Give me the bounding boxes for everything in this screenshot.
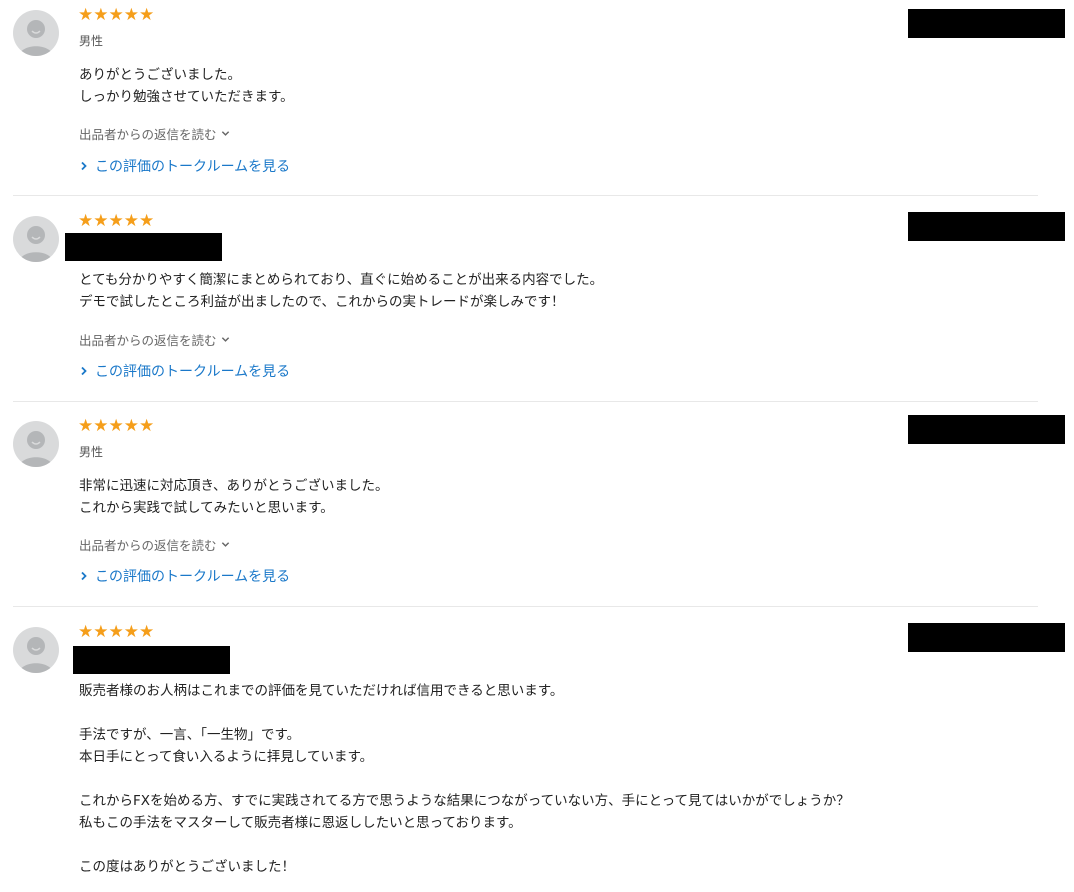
star-rating: ★★★★★: [78, 622, 155, 642]
view-talkroom-link[interactable]: この評価のトークルームを見る: [80, 156, 290, 176]
chevron-down-icon: [221, 337, 229, 342]
read-reply-label: 出品者からの返信を読む: [79, 127, 217, 142]
read-reply-label: 出品者からの返信を読む: [79, 538, 217, 553]
default-user-icon: [19, 20, 53, 56]
default-user-icon: [19, 637, 53, 673]
reviewer-gender: 男性: [79, 34, 104, 48]
avatar: [13, 216, 59, 262]
read-reply-label: 出品者からの返信を読む: [79, 333, 217, 348]
review-comment: ありがとうございました。 しっかり勉強させていただきます。: [79, 67, 294, 105]
chevron-down-icon: [221, 542, 229, 547]
redacted-date: [908, 623, 1065, 652]
divider: [13, 606, 1038, 607]
chevron-down-icon: [221, 131, 229, 136]
read-reply-button[interactable]: 出品者からの返信を読む: [79, 535, 230, 554]
star-rating: ★★★★★: [78, 5, 155, 25]
divider: [13, 195, 1038, 196]
chevron-right-icon: [81, 366, 87, 376]
review-comment: 非常に迅速に対応頂き、ありがとうございました。 これから実践で試してみたいと思い…: [79, 478, 389, 516]
avatar: [13, 10, 59, 56]
view-talkroom-link[interactable]: この評価のトークルームを見る: [80, 361, 290, 381]
avatar: [13, 421, 59, 467]
view-talkroom-label: この評価のトークルームを見る: [95, 364, 291, 380]
divider: [13, 401, 1038, 402]
redacted-date: [908, 415, 1065, 444]
read-reply-button[interactable]: 出品者からの返信を読む: [79, 330, 230, 349]
redacted-username: [73, 646, 230, 674]
review-comment: 販売者様のお人柄はこれまでの評価を見ていただければ信用できると思います。 手法で…: [79, 683, 850, 875]
chevron-right-icon: [81, 161, 87, 171]
view-talkroom-label: この評価のトークルームを見る: [95, 159, 291, 175]
star-rating: ★★★★★: [78, 211, 155, 231]
default-user-icon: [19, 226, 53, 262]
reviewer-gender: 男性: [79, 445, 104, 459]
view-talkroom-label: この評価のトークルームを見る: [95, 569, 291, 585]
star-rating: ★★★★★: [78, 416, 155, 436]
review-comment: とても分かりやすく簡潔にまとめられており、直ぐに始めることが出来る内容でした。 …: [79, 272, 604, 310]
view-talkroom-link[interactable]: この評価のトークルームを見る: [80, 566, 290, 586]
redacted-date: [908, 212, 1065, 241]
read-reply-button[interactable]: 出品者からの返信を読む: [79, 124, 230, 143]
default-user-icon: [19, 431, 53, 467]
redacted-date: [908, 9, 1065, 38]
chevron-right-icon: [81, 571, 87, 581]
redacted-username: [65, 233, 222, 261]
avatar: [13, 627, 59, 673]
